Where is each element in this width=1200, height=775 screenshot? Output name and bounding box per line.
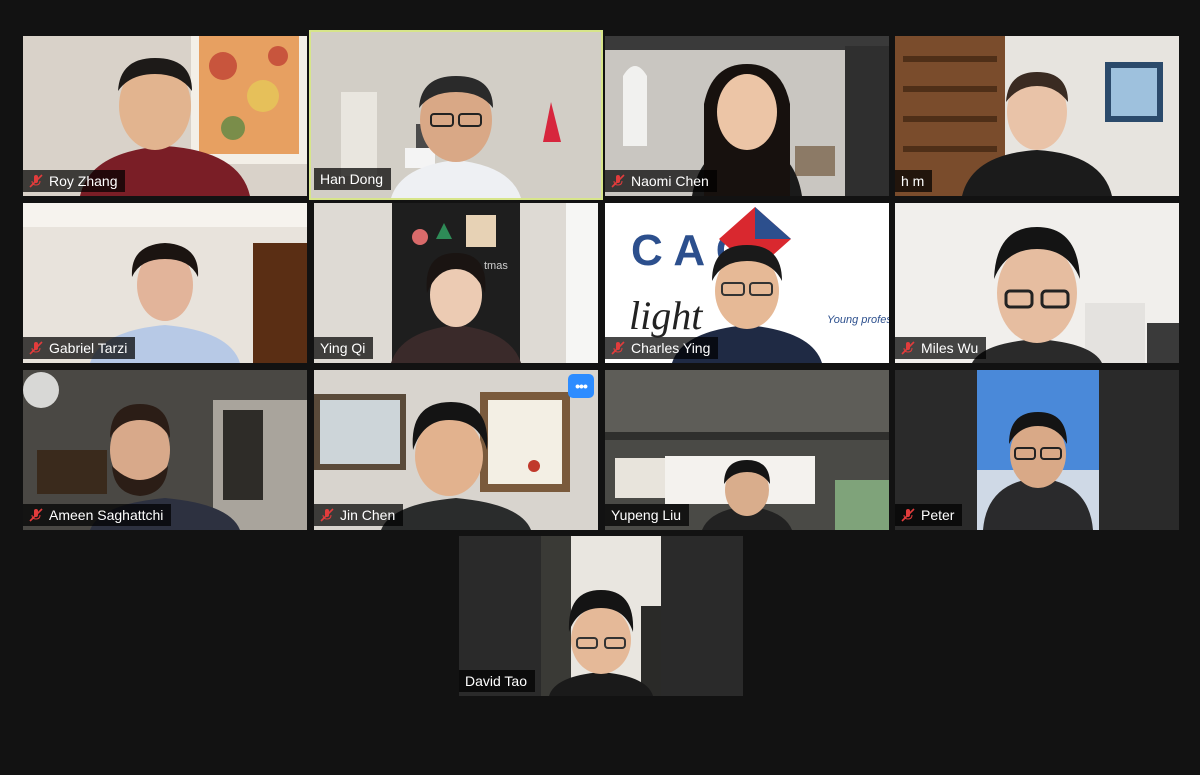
participant-nameplate: David Tao <box>459 670 536 692</box>
microphone-muted-icon <box>901 341 915 355</box>
participant-video <box>962 72 1112 196</box>
microphone-muted-icon <box>611 341 625 355</box>
participant-nameplate: Han Dong <box>314 168 392 190</box>
microphone-muted-icon <box>320 508 334 522</box>
participant-tile-david-tao[interactable]: David Tao <box>459 536 743 696</box>
participant-name: Ameen Saghattchi <box>49 507 164 523</box>
participant-nameplate: Peter <box>895 504 963 526</box>
participant-video <box>541 536 661 696</box>
participant-tile-ameen-saghattchi[interactable]: Ameen Saghattchi <box>23 370 307 530</box>
participant-name: Yupeng Liu <box>611 507 682 523</box>
participant-tile-naomi-chen[interactable]: Naomi Chen <box>605 36 889 196</box>
participant-name: Han Dong <box>320 171 384 187</box>
participant-tile-ying-qi[interactable]: tmas Ying Qi <box>314 203 598 363</box>
microphone-muted-icon <box>611 174 625 188</box>
participant-name: Roy Zhang <box>49 173 118 189</box>
participant-nameplate: Ying Qi <box>314 337 374 359</box>
participant-name: Peter <box>921 507 955 523</box>
microphone-muted-icon <box>29 341 43 355</box>
participant-nameplate: h m <box>895 170 933 192</box>
participant-nameplate: Yupeng Liu <box>605 504 690 526</box>
participant-tile-han-dong[interactable]: Han Dong <box>309 30 603 200</box>
participant-tile-jin-chen[interactable]: ••• Jin Chen <box>314 370 598 530</box>
participant-tile-gabriel-tarzi[interactable]: Gabriel Tarzi <box>23 203 307 363</box>
microphone-muted-icon <box>29 174 43 188</box>
participant-nameplate: Naomi Chen <box>605 170 717 192</box>
participant-name: Charles Ying <box>631 340 711 356</box>
participant-name: Gabriel Tarzi <box>49 340 128 356</box>
participant-tile-peter[interactable]: Peter <box>895 370 1179 530</box>
participant-nameplate: Roy Zhang <box>23 170 126 192</box>
participant-tile-miles-wu[interactable]: Miles Wu <box>895 203 1179 363</box>
participant-name: Ying Qi <box>320 340 366 356</box>
participant-name: Jin Chen <box>340 507 396 523</box>
participant-nameplate: Charles Ying <box>605 337 719 359</box>
more-options-button[interactable]: ••• <box>568 374 594 398</box>
participant-video <box>977 370 1099 530</box>
microphone-muted-icon <box>29 508 43 522</box>
participant-nameplate: Gabriel Tarzi <box>23 337 136 359</box>
microphone-muted-icon <box>901 508 915 522</box>
participant-tile-h-m[interactable]: h m <box>895 36 1179 196</box>
participant-nameplate: Jin Chen <box>314 504 404 526</box>
participant-tile-yupeng-liu[interactable]: Yupeng Liu <box>605 370 889 530</box>
participant-nameplate: Ameen Saghattchi <box>23 504 172 526</box>
participant-nameplate: Miles Wu <box>895 337 987 359</box>
participant-tile-roy-zhang[interactable]: Roy Zhang <box>23 36 307 196</box>
participant-tile-charles-ying[interactable]: C A C light Young profess Charles Ying <box>605 203 889 363</box>
participant-name: h m <box>901 173 925 189</box>
participant-name: David Tao <box>465 673 528 689</box>
participant-name: Miles Wu <box>921 340 979 356</box>
participant-name: Naomi Chen <box>631 173 709 189</box>
participant-video <box>391 253 521 363</box>
